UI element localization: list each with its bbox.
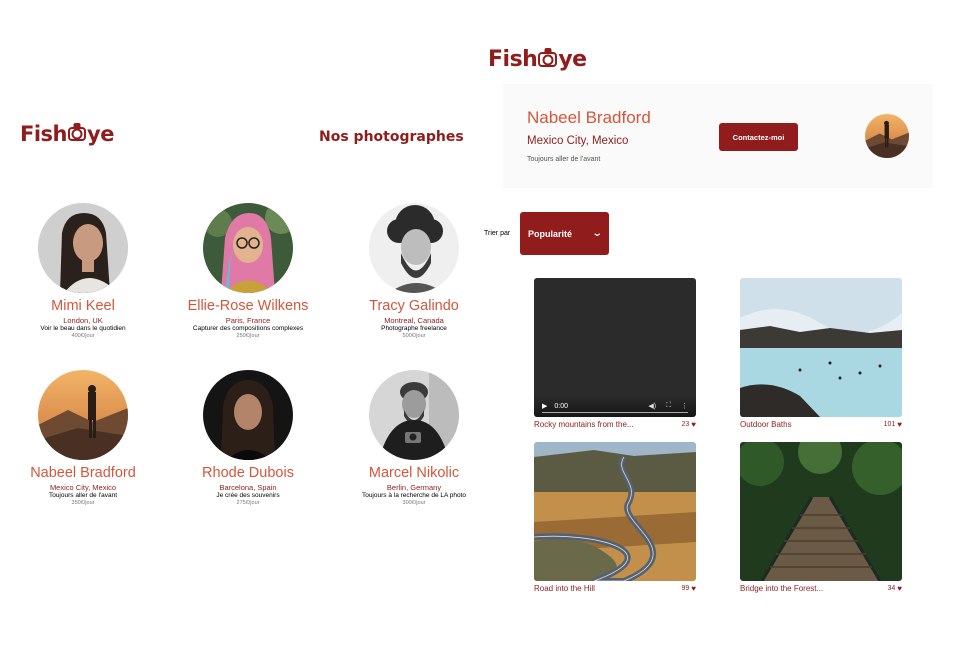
photographer-price: 400€/jour: [71, 333, 95, 339]
photographer-location: Berlin, Germany: [386, 483, 442, 492]
photographer-card[interactable]: Nabeel Bradford Mexico City, Mexico Touj…: [3, 370, 163, 507]
photographer-name: Nabeel Bradford: [527, 108, 651, 127]
photographer-location: Paris, France: [225, 316, 271, 325]
like-count-value: 101: [883, 421, 896, 428]
photographer-tagline: Toujours aller de l'avant: [48, 492, 118, 499]
avatar[interactable]: [203, 370, 293, 460]
photographer-tagline: Voir le beau dans le quotidien: [40, 325, 126, 332]
fisheye-logo[interactable]: Fish ye: [488, 47, 587, 72]
sort-dropdown[interactable]: Popularité ⌄: [520, 212, 609, 255]
avatar[interactable]: [369, 203, 459, 293]
photographer-location: Mexico City, Mexico: [49, 483, 117, 492]
media-card[interactable]: Bridge into the Forest... 34 ♥: [740, 442, 902, 593]
photographer-tagline: Toujours à la recherche de LA photo: [361, 492, 467, 499]
page-title: Nos photographes: [319, 129, 464, 145]
photographer-name[interactable]: Marcel Nikolic: [334, 465, 494, 482]
fullscreen-icon[interactable]: ⛶: [666, 402, 671, 410]
volume-icon[interactable]: ◀): [648, 402, 656, 410]
video-time: 0:00: [554, 402, 569, 410]
sort-label: Trier par: [484, 230, 511, 237]
photographer-price: 300€/jour: [402, 500, 426, 506]
like-count[interactable]: 99 ♥: [681, 584, 696, 593]
avatar[interactable]: [369, 370, 459, 460]
photographer-card[interactable]: Marcel Nikolic Berlin, Germany Toujours …: [334, 370, 494, 507]
video-controls[interactable]: ▶ 0:00 ◀) ⛶ ⋮: [534, 395, 696, 417]
video-progress-bar[interactable]: [542, 412, 688, 413]
more-options-icon[interactable]: ⋮: [681, 402, 688, 410]
photographer-card[interactable]: Ellie-Rose Wilkens Paris, France Capture…: [168, 203, 328, 340]
contact-button[interactable]: Contactez-moi: [719, 123, 798, 151]
chevron-down-icon: ⌄: [591, 228, 603, 239]
like-count-value: 99: [681, 585, 690, 592]
photographer-header: Nabeel Bradford Mexico City, Mexico Touj…: [503, 84, 933, 188]
heart-icon[interactable]: ♥: [897, 584, 902, 593]
photographer-price: 275€/jour: [236, 500, 260, 506]
play-icon[interactable]: ▶: [542, 402, 547, 410]
photographer-location: London, UK: [63, 316, 103, 325]
media-image[interactable]: [740, 442, 902, 581]
media-card[interactable]: Road into the Hill 99 ♥: [534, 442, 696, 593]
photographer-price: 350€/jour: [71, 500, 95, 506]
photographer-card[interactable]: Mimi Keel London, UK Voir le beau dans l…: [3, 203, 163, 340]
photographer-tagline: Toujours aller de l'avant: [527, 156, 601, 163]
like-count-value: 34: [887, 585, 896, 592]
photographer-name[interactable]: Tracy Galindo: [334, 298, 494, 315]
avatar: [865, 114, 909, 158]
camera-icon: [538, 52, 558, 67]
photographer-name[interactable]: Mimi Keel: [3, 298, 163, 315]
media-title: Bridge into the Forest...: [740, 584, 824, 593]
photographer-tagline: Capturer des compositions complexes: [192, 325, 304, 332]
avatar[interactable]: [38, 203, 128, 293]
avatar[interactable]: [203, 203, 293, 293]
fisheye-logo[interactable]: Fish ye: [20, 122, 114, 146]
media-title: Outdoor Baths: [740, 420, 792, 429]
media-title: Road into the Hill: [534, 584, 595, 593]
logo-text-start: Fish: [20, 122, 68, 146]
photographer-name[interactable]: Nabeel Bradford: [3, 465, 163, 482]
logo-text-end: ye: [87, 122, 114, 146]
avatar[interactable]: [38, 370, 128, 460]
like-count[interactable]: 101 ♥: [883, 420, 902, 429]
photographer-card[interactable]: Rhode Dubois Barcelona, Spain Je crée de…: [168, 370, 328, 507]
media-image[interactable]: [534, 442, 696, 581]
photographer-card[interactable]: Tracy Galindo Montreal, Canada Photograp…: [334, 203, 494, 340]
like-count[interactable]: 34 ♥: [887, 584, 902, 593]
sort-selected-value: Popularité: [528, 228, 573, 239]
like-count[interactable]: 23 ♥: [681, 420, 696, 429]
media-card[interactable]: Outdoor Baths 101 ♥: [740, 278, 902, 429]
camera-icon: [68, 127, 86, 141]
photographer-location: Mexico City, Mexico: [527, 135, 629, 147]
photographer-location: Barcelona, Spain: [219, 483, 277, 492]
logo-text-start: Fish: [488, 47, 538, 72]
heart-icon[interactable]: ♥: [691, 584, 696, 593]
photographer-name[interactable]: Rhode Dubois: [168, 465, 328, 482]
photographer-price: 250€/jour: [236, 333, 260, 339]
heart-icon[interactable]: ♥: [897, 420, 902, 429]
media-title: Rocky mountains from the...: [534, 420, 634, 429]
logo-text-end: ye: [558, 47, 587, 72]
photographer-tagline: Je crée des souvenirs: [216, 492, 280, 499]
heart-icon[interactable]: ♥: [691, 420, 696, 429]
media-card[interactable]: ▶ 0:00 ◀) ⛶ ⋮ Rocky mountains from the..…: [534, 278, 696, 429]
photographer-name[interactable]: Ellie-Rose Wilkens: [168, 298, 328, 315]
photographer-tagline: Photographe freelance: [381, 325, 447, 332]
media-video[interactable]: ▶ 0:00 ◀) ⛶ ⋮: [534, 278, 696, 417]
photographer-price: 500€/jour: [402, 333, 426, 339]
media-image[interactable]: [740, 278, 902, 417]
like-count-value: 23: [681, 421, 690, 428]
photographer-location: Montreal, Canada: [384, 316, 444, 325]
